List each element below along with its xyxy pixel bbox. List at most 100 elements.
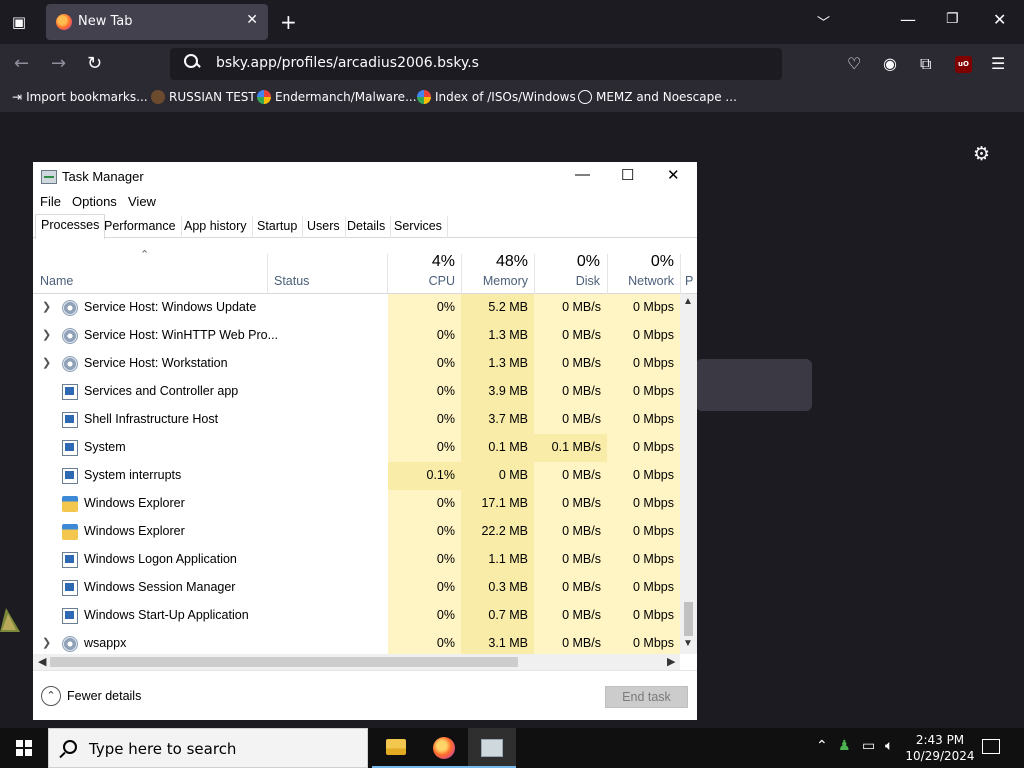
memory-cell: 0.1 MB	[461, 434, 534, 462]
process-name: System	[84, 440, 126, 454]
minimize-button[interactable]: —	[575, 166, 590, 183]
fewer-details-link[interactable]: Fewer details	[67, 689, 141, 703]
scroll-thumb-horizontal[interactable]	[50, 657, 518, 667]
disk-cell: 0 MB/s	[534, 294, 607, 322]
reload-icon[interactable]: ↻	[87, 54, 102, 74]
table-row[interactable]: Windows Explorer 0% 22.2 MB 0 MB/s 0 Mbps	[33, 518, 680, 546]
end-task-button[interactable]: End task	[605, 686, 688, 708]
task-manager-titlebar[interactable]: Task Manager — ☐ ✕	[33, 162, 697, 192]
bookmark-russian-test[interactable]: RUSSIAN TEST	[151, 90, 256, 104]
tab-app-history[interactable]: App history	[179, 216, 253, 238]
extensions-icon[interactable]: ⧉	[920, 53, 931, 75]
firefox-icon	[433, 737, 455, 759]
tab-startup[interactable]: Startup	[252, 216, 304, 238]
table-row[interactable]: ❯ Service Host: WinHTTP Web Pro... 0% 1.3 M…	[33, 322, 680, 350]
bookmark-import[interactable]: ⇥ Import bookmarks...	[12, 90, 148, 104]
page-search-box[interactable]	[696, 359, 812, 411]
menu-file[interactable]: File	[40, 194, 61, 209]
tab-title: New Tab	[78, 14, 133, 29]
tab-details[interactable]: Details	[342, 216, 392, 238]
scroll-up-icon[interactable]: ▲	[683, 296, 693, 307]
table-row[interactable]: System interrupts 0.1% 0 MB 0 MB/s 0 Mbps	[33, 462, 680, 490]
column-divider	[267, 254, 268, 294]
gear-icon[interactable]: ⚙	[973, 143, 990, 165]
cpu-cell: 0%	[388, 602, 461, 630]
hamburger-menu-icon[interactable]: ☰	[991, 53, 1005, 75]
column-disk[interactable]: Disk	[538, 274, 600, 288]
close-window-button[interactable]: ✕	[993, 10, 1006, 29]
process-list: ❯ Service Host: Windows Update 0% 5.2 MB 0 M…	[33, 294, 680, 654]
chevron-right-icon[interactable]: ❯	[42, 636, 51, 649]
notification-icon[interactable]	[982, 739, 1000, 754]
back-arrow-icon[interactable]: ←	[14, 54, 29, 74]
chevron-right-icon[interactable]: ❯	[42, 328, 51, 341]
horizontal-scrollbar[interactable]: ◀ ▶	[33, 654, 680, 670]
disk-cell: 0 MB/s	[534, 322, 607, 350]
minimize-window-button[interactable]: —	[900, 10, 916, 29]
pocket-icon[interactable]: ♡	[847, 53, 861, 75]
taskbar-task-manager[interactable]	[468, 728, 516, 768]
tab-processes[interactable]: Processes	[35, 214, 106, 239]
chevron-down-icon[interactable]: ﹀	[817, 12, 830, 31]
taskbar-firefox[interactable]	[420, 728, 468, 768]
column-name[interactable]: Name	[40, 274, 73, 288]
chevron-up-circle-icon[interactable]: ⌃	[41, 686, 61, 706]
close-button[interactable]: ✕	[667, 166, 680, 184]
column-divider	[607, 254, 608, 294]
table-row[interactable]: Windows Session Manager 0% 0.3 MB 0 MB/s 0 M…	[33, 574, 680, 602]
tray-chevron-up-icon[interactable]: ⌃	[816, 738, 828, 754]
table-row[interactable]: System 0% 0.1 MB 0.1 MB/s 0 Mbps	[33, 434, 680, 462]
bookmark-endermanch[interactable]: Endermanch/Malware...	[257, 90, 417, 104]
chevron-right-icon[interactable]: ❯	[42, 300, 51, 313]
table-row[interactable]: ❯ Service Host: Windows Update 0% 5.2 MB 0 M…	[33, 294, 680, 322]
new-tab-button[interactable]: +	[280, 10, 297, 34]
network-icon[interactable]: ▭	[862, 738, 875, 754]
scroll-left-icon[interactable]: ◀	[38, 655, 46, 668]
scroll-right-icon[interactable]: ▶	[667, 655, 675, 668]
cpu-cell: 0%	[388, 350, 461, 378]
column-status[interactable]: Status	[274, 274, 309, 288]
bookmark-isos[interactable]: Index of /ISOs/Windows	[417, 90, 576, 104]
column-power-partial[interactable]: P	[685, 274, 695, 288]
table-row[interactable]: Windows Explorer 0% 17.1 MB 0 MB/s 0 Mbps	[33, 490, 680, 518]
forward-arrow-icon[interactable]: →	[51, 54, 66, 74]
browser-tab-newtab[interactable]: New Tab ✕	[46, 4, 268, 40]
column-network[interactable]: Network	[611, 274, 674, 288]
table-row[interactable]: Windows Logon Application 0% 1.1 MB 0 MB/s 0…	[33, 546, 680, 574]
search-placeholder: Type here to search	[89, 740, 237, 758]
gear-icon	[62, 300, 78, 316]
close-tab-icon[interactable]: ✕	[246, 12, 258, 28]
table-row[interactable]: Shell Infrastructure Host 0% 3.7 MB 0 MB/s 0…	[33, 406, 680, 434]
menu-options[interactable]: Options	[72, 194, 117, 209]
column-memory[interactable]: Memory	[463, 274, 528, 288]
url-text[interactable]: bsky.app/profiles/arcadius2006.bsky.s	[216, 55, 479, 71]
table-row[interactable]: ❯ Service Host: Workstation 0% 1.3 MB 0 MB/s…	[33, 350, 680, 378]
scroll-down-icon[interactable]: ▼	[683, 638, 693, 649]
user-icon[interactable]: ♟	[838, 738, 851, 754]
vertical-scrollbar[interactable]: ▲ ▼	[680, 294, 697, 654]
disk-cell: 0 MB/s	[534, 546, 607, 574]
volume-icon[interactable]: 🔈︎	[885, 738, 893, 754]
ublock-origin-icon[interactable]: uO	[955, 56, 972, 73]
scroll-thumb[interactable]	[684, 602, 693, 636]
taskbar-clock[interactable]: 2:43 PM 10/29/2024	[904, 732, 976, 764]
taskbar-search-box[interactable]: Type here to search	[48, 728, 368, 768]
maximize-button[interactable]: ☐	[621, 166, 634, 184]
table-row[interactable]: ❯ wsappx 0% 3.1 MB 0 MB/s 0 Mbps	[33, 630, 680, 654]
taskbar-file-explorer[interactable]	[372, 728, 420, 768]
table-row[interactable]: Services and Controller app 0% 3.9 MB 0 MB/…	[33, 378, 680, 406]
url-bar[interactable]: bsky.app/profiles/arcadius2006.bsky.s	[170, 48, 782, 80]
tab-users[interactable]: Users	[302, 216, 346, 238]
column-cpu[interactable]: CPU	[393, 274, 455, 288]
restore-window-button[interactable]: ❐	[946, 11, 959, 27]
account-icon[interactable]: ◉	[883, 53, 897, 75]
menu-bar: File Options View	[33, 192, 697, 212]
tab-services[interactable]: Services	[389, 216, 448, 238]
chevron-right-icon[interactable]: ❯	[42, 356, 51, 369]
tab-performance[interactable]: Performance	[99, 216, 182, 238]
start-button[interactable]	[0, 728, 48, 768]
menu-view[interactable]: View	[128, 194, 156, 209]
table-row[interactable]: Windows Start-Up Application 0% 0.7 MB 0 MB…	[33, 602, 680, 630]
bookmark-memz[interactable]: MEMZ and Noescape ...	[578, 90, 737, 104]
tab-list-icon[interactable]: ▣	[8, 12, 30, 32]
